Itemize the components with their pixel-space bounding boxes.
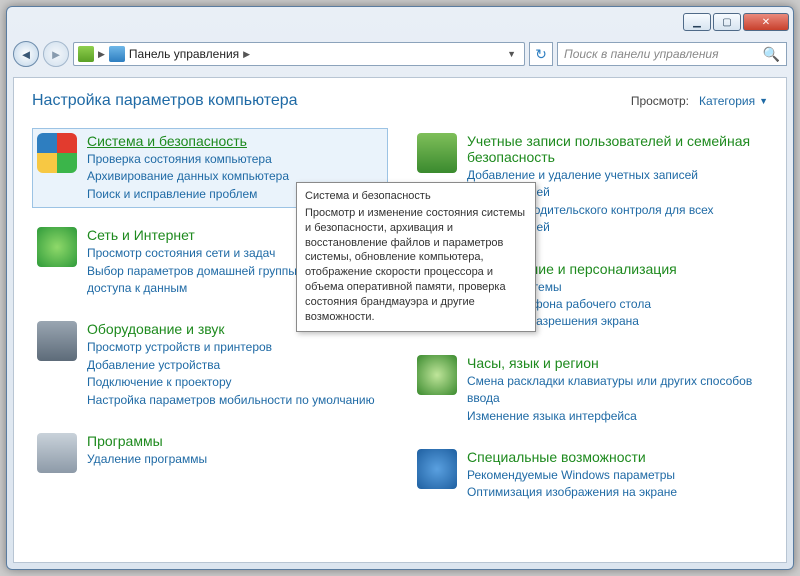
refresh-button[interactable]: ↻ xyxy=(529,42,553,66)
tooltip-body: Просмотр и изменение состояния системы и… xyxy=(305,206,527,325)
category-link[interactable]: Проверка состояния компьютера xyxy=(87,151,383,168)
category-body: Программы Удаление программы xyxy=(87,433,383,473)
navbar: ◄ ► ▶ Панель управления ▶ ▼ ↻ Поиск в па… xyxy=(7,37,793,71)
search-placeholder: Поиск в панели управления xyxy=(564,47,719,61)
category-title[interactable]: Часы, язык и регион xyxy=(467,355,599,371)
view-selector: Просмотр: Категория ▼ xyxy=(631,94,768,108)
category-title[interactable]: Система и безопасность xyxy=(87,133,247,149)
control-panel-window: ▁ ▢ ✕ ◄ ► ▶ Панель управления ▶ ▼ ↻ Поис… xyxy=(6,6,794,570)
view-value: Категория xyxy=(699,94,755,108)
users-icon xyxy=(417,133,457,173)
chevron-right-icon[interactable]: ▶ xyxy=(243,49,250,60)
category-link[interactable]: Добавление устройства xyxy=(87,357,383,374)
control-panel-icon xyxy=(109,46,125,62)
address-bar[interactable]: ▶ Панель управления ▶ ▼ xyxy=(73,42,525,66)
chevron-right-icon: ▶ xyxy=(98,49,105,60)
search-icon[interactable]: 🔍 xyxy=(763,46,780,63)
system-icon xyxy=(78,46,94,62)
programs-icon xyxy=(37,433,77,473)
category-body: Оборудование и звук Просмотр устройств и … xyxy=(87,321,383,409)
view-dropdown[interactable]: Категория ▼ xyxy=(699,94,768,108)
category-body: Специальные возможности Рекомендуемые Win… xyxy=(467,449,763,502)
chevron-down-icon: ▼ xyxy=(759,96,768,106)
titlebar: ▁ ▢ ✕ xyxy=(7,7,793,37)
address-dropdown-icon[interactable]: ▼ xyxy=(503,49,520,59)
tooltip-title: Система и безопасность xyxy=(305,189,527,204)
forward-button[interactable]: ► xyxy=(43,41,69,67)
content-area: Настройка параметров компьютера Просмотр… xyxy=(13,77,787,563)
search-input[interactable]: Поиск в панели управления 🔍 xyxy=(557,42,787,66)
access-icon xyxy=(417,449,457,489)
minimize-button[interactable]: ▁ xyxy=(683,13,711,31)
category-title[interactable]: Программы xyxy=(87,433,163,449)
view-label: Просмотр: xyxy=(631,94,689,108)
clock-icon xyxy=(417,355,457,395)
back-button[interactable]: ◄ xyxy=(13,41,39,67)
category-title[interactable]: Оборудование и звук xyxy=(87,321,225,337)
category-title[interactable]: Учетные записи пользователей и семейная … xyxy=(467,133,763,165)
category-clock[interactable]: Часы, язык и регион Смена раскладки клави… xyxy=(412,350,768,430)
header-row: Настройка параметров компьютера Просмотр… xyxy=(32,92,768,110)
category-title[interactable]: Специальные возможности xyxy=(467,449,646,465)
system-security-icon xyxy=(37,133,77,173)
page-title: Настройка параметров компьютера xyxy=(32,92,298,110)
category-link[interactable]: Удаление программы xyxy=(87,451,383,468)
category-link[interactable]: Смена раскладки клавиатуры или других сп… xyxy=(467,373,763,408)
close-button[interactable]: ✕ xyxy=(743,13,789,31)
category-link[interactable]: Оптимизация изображения на экране xyxy=(467,484,763,501)
category-link[interactable]: Рекомендуемые Windows параметры xyxy=(467,467,763,484)
category-programs[interactable]: Программы Удаление программы xyxy=(32,428,388,478)
category-link[interactable]: Просмотр устройств и принтеров xyxy=(87,339,383,356)
tooltip: Система и безопасность Просмотр и измене… xyxy=(296,182,536,332)
network-icon xyxy=(37,227,77,267)
breadcrumb-text[interactable]: Панель управления xyxy=(129,47,239,61)
hardware-icon xyxy=(37,321,77,361)
category-link[interactable]: Подключение к проектору xyxy=(87,374,383,391)
maximize-button[interactable]: ▢ xyxy=(713,13,741,31)
category-access[interactable]: Специальные возможности Рекомендуемые Win… xyxy=(412,444,768,507)
category-body: Часы, язык и регион Смена раскладки клави… xyxy=(467,355,763,425)
category-link[interactable]: Настройка параметров мобильности по умол… xyxy=(87,392,383,409)
category-link[interactable]: Изменение языка интерфейса xyxy=(467,408,763,425)
category-title[interactable]: Сеть и Интернет xyxy=(87,227,195,243)
